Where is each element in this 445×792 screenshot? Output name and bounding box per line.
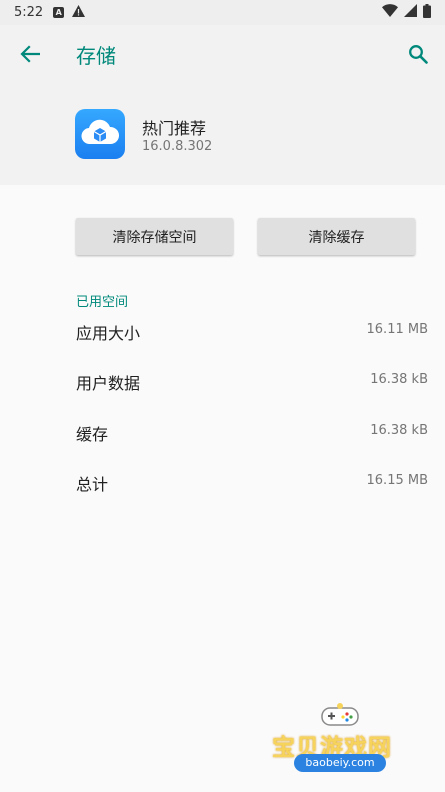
cloud-cube-icon	[81, 119, 120, 145]
storage-row-user-data: 用户数据 16.38 kB	[0, 370, 445, 420]
status-time: 5:22	[14, 5, 44, 20]
storage-screen: 5:22 A 存储 热门推荐 16.0.8.302 清除存储空间 清除缓存 已用…	[0, 0, 445, 792]
back-button[interactable]	[14, 40, 46, 68]
watermark: 宝贝游戏网 baobeiy.com	[268, 702, 418, 787]
row-value: 16.38 kB	[370, 423, 428, 438]
row-label: 缓存	[76, 425, 109, 444]
gamepad-icon	[321, 703, 359, 726]
status-bar: 5:22 A	[0, 0, 445, 25]
search-icon	[409, 45, 428, 64]
storage-row-total: 总计 16.15 MB	[0, 471, 445, 521]
watermark-url: baobeiy.com	[294, 754, 386, 772]
storage-row-cache: 缓存 16.38 kB	[0, 421, 445, 471]
status-icons	[382, 3, 431, 22]
notification-icon: A	[53, 7, 65, 18]
row-label: 用户数据	[76, 374, 141, 393]
app-version: 16.0.8.302	[142, 139, 213, 154]
section-label-used-space: 已用空间	[76, 295, 129, 310]
signal-icon	[404, 4, 417, 21]
row-value: 16.15 MB	[366, 473, 428, 488]
clear-storage-button[interactable]: 清除存储空间	[76, 218, 233, 255]
storage-row-app-size: 应用大小 16.11 MB	[0, 320, 445, 370]
app-header: 存储 热门推荐 16.0.8.302	[0, 25, 445, 185]
row-value: 16.38 kB	[370, 372, 428, 387]
row-label: 应用大小	[76, 324, 141, 343]
row-value: 16.11 MB	[366, 322, 428, 337]
toolbar: 存储	[0, 25, 445, 83]
battery-icon	[423, 3, 431, 22]
arrow-left-icon	[20, 45, 40, 63]
page-title: 存储	[76, 44, 116, 68]
app-icon	[75, 109, 125, 159]
search-button[interactable]	[403, 39, 433, 69]
app-name: 热门推荐	[142, 119, 207, 138]
row-label: 总计	[76, 475, 109, 494]
wifi-icon	[382, 4, 398, 21]
clear-cache-button[interactable]: 清除缓存	[258, 218, 415, 255]
warning-icon	[72, 4, 86, 21]
app-info: 热门推荐 16.0.8.302	[0, 83, 445, 185]
